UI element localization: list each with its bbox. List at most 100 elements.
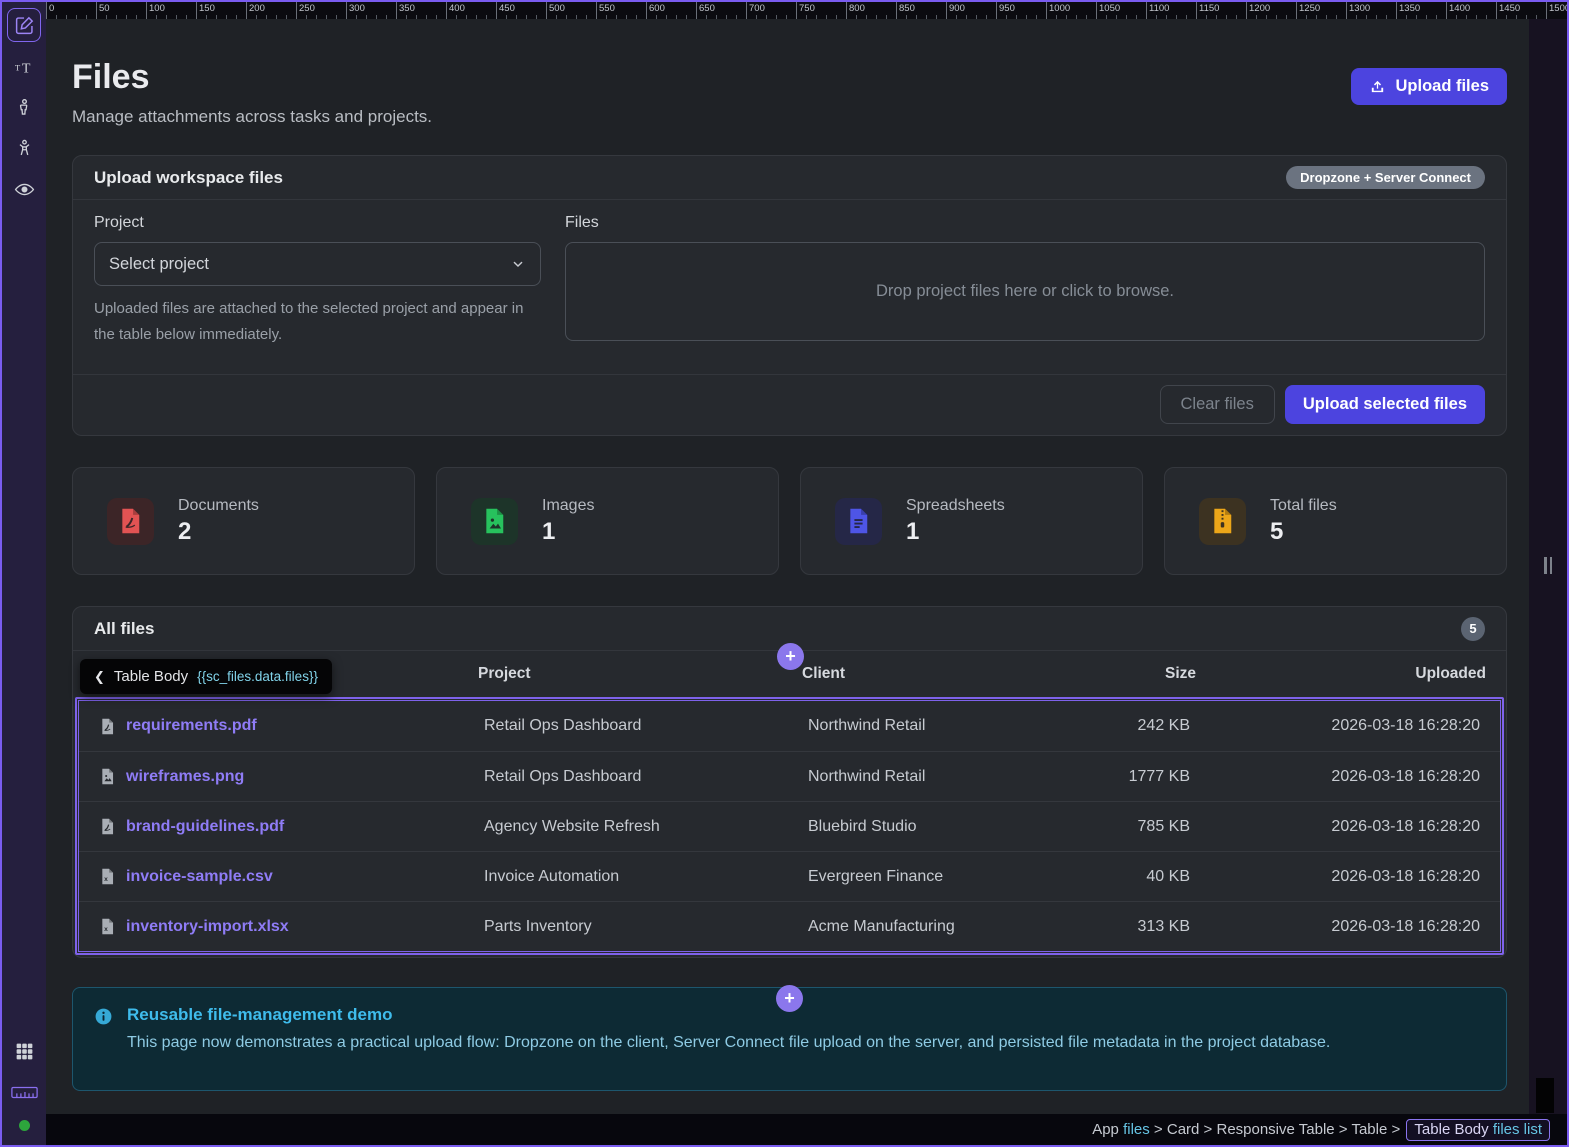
column-client: Client — [802, 665, 1056, 683]
dropzone-placeholder: Drop project files here or click to brow… — [876, 282, 1174, 301]
cell-size: 242 KB — [1050, 717, 1190, 735]
breadcrumb-item[interactable]: App files — [1092, 1121, 1150, 1138]
breadcrumb-item[interactable]: Table Body files list — [1406, 1119, 1550, 1141]
stat-value: 2 — [178, 518, 259, 546]
accessibility-icon — [14, 138, 35, 159]
cell-uploaded: 2026-03-18 16:28:20 — [1190, 868, 1480, 886]
upload-selected-files-button[interactable]: Upload selected files — [1285, 385, 1485, 424]
files-label: Files — [565, 214, 1485, 232]
status-bar: App files > Card > Responsive Table > Ta… — [46, 1114, 1567, 1145]
cell-client: Bluebird Studio — [808, 818, 1050, 836]
breadcrumb-item[interactable]: Card — [1167, 1121, 1200, 1138]
alert-body: This page now demonstrates a practical u… — [127, 1034, 1330, 1052]
upload-workspace-card: Upload workspace files Dropzone + Server… — [72, 155, 1507, 436]
upload-card-title: Upload workspace files — [94, 168, 283, 188]
selection-tooltip-expression: {{sc_files.data.files}} — [197, 669, 318, 684]
stat-label: Total files — [1270, 497, 1337, 515]
file-link[interactable]: requirements.pdf — [126, 717, 257, 735]
canvas: Files Manage attachments across tasks an… — [46, 19, 1529, 1114]
cell-project: Parts Inventory — [484, 918, 808, 936]
page-subtitle: Manage attachments across tasks and proj… — [72, 105, 432, 129]
cell-project: Retail Ops Dashboard — [484, 717, 808, 735]
stat-label: Images — [542, 497, 594, 515]
sidebar-tool-typography[interactable]: TT — [7, 49, 41, 83]
file-dropzone[interactable]: Drop project files here or click to brow… — [565, 242, 1485, 341]
table-row[interactable]: wireframes.pngRetail Ops DashboardNorthw… — [79, 751, 1500, 801]
scrollbar-thumb[interactable] — [1536, 1078, 1554, 1113]
files-table-body: requirements.pdfRetail Ops DashboardNort… — [78, 700, 1501, 952]
breadcrumb-separator: > — [1150, 1121, 1167, 1138]
breadcrumb-item[interactable]: Responsive Table — [1216, 1121, 1334, 1138]
project-label: Project — [94, 214, 541, 232]
column-project: Project — [478, 665, 802, 683]
stat-label: Documents — [178, 497, 259, 515]
sidebar-tool-eye[interactable] — [7, 172, 41, 206]
table-body-selection-outline: requirements.pdfRetail Ops DashboardNort… — [75, 697, 1504, 955]
all-files-title: All files — [94, 619, 154, 639]
sidebar-tool-grid[interactable] — [7, 1034, 41, 1068]
clear-files-button[interactable]: Clear files — [1160, 385, 1275, 424]
sidebar-tool-edit[interactable] — [7, 8, 41, 42]
selection-tooltip-label: Table Body — [114, 668, 188, 685]
sidebar-tool-user-info[interactable] — [7, 90, 41, 124]
cell-project: Agency Website Refresh — [484, 818, 808, 836]
table-row[interactable]: requirements.pdfRetail Ops DashboardNort… — [79, 701, 1500, 751]
table-row[interactable]: xinventory-import.xlsxParts InventoryAcm… — [79, 901, 1500, 951]
table-row[interactable]: x invoice-sample.csv Invoice AutomationEve… — [79, 851, 1500, 901]
insert-element-button[interactable]: + — [776, 985, 803, 1012]
all-files-card: All files 5 Project Client Size Uploaded… — [72, 606, 1507, 958]
file-count-badge: 5 — [1461, 617, 1485, 641]
stat-value: 5 — [1270, 518, 1337, 546]
cell-size: 785 KB — [1050, 818, 1190, 836]
grid-icon — [14, 1041, 35, 1062]
sidebar-tool-ruler-tool[interactable] — [7, 1075, 41, 1109]
pdf-file-icon — [107, 498, 154, 545]
cell-size: 40 KB — [1050, 868, 1190, 886]
stat-value: 1 — [906, 518, 1005, 546]
cell-uploaded: 2026-03-18 16:28:20 — [1190, 818, 1480, 836]
alert-title: Reusable file-management demo — [127, 1005, 1330, 1025]
panel-resize-handle-icon[interactable] — [1544, 557, 1552, 574]
file-image-icon — [99, 767, 116, 786]
selection-tooltip: ❮ Table Body {{sc_files.data.files}} — [80, 659, 332, 694]
stat-card: Total files 5 — [1164, 467, 1507, 575]
dropzone-server-connect-badge: Dropzone + Server Connect — [1286, 166, 1485, 189]
breadcrumb-separator: > — [1199, 1121, 1216, 1138]
breadcrumb-separator: > — [1335, 1121, 1352, 1138]
sidebar: TT — [2, 2, 46, 1145]
breadcrumb-item[interactable]: Table — [1351, 1121, 1387, 1138]
breadcrumb: App files > Card > Responsive Table > Ta… — [1092, 1121, 1550, 1138]
svg-text:T: T — [21, 61, 30, 76]
file-link[interactable]: brand-guidelines.pdf — [126, 818, 284, 836]
table-row[interactable]: brand-guidelines.pdf Agency Website Refre… — [79, 801, 1500, 851]
file-pdf-icon — [99, 717, 116, 736]
cell-uploaded: 2026-03-18 16:28:20 — [1190, 717, 1480, 735]
svg-text:T: T — [14, 62, 20, 72]
file-link[interactable]: inventory-import.xlsx — [126, 918, 289, 936]
info-icon — [94, 1007, 113, 1073]
status-dot-icon — [19, 1120, 30, 1131]
svg-text:x: x — [104, 876, 108, 883]
file-sheet-icon: x — [99, 917, 116, 936]
cell-project: Retail Ops Dashboard — [484, 768, 808, 786]
app-window: TT 0501001502002503003504004505005506006… — [0, 0, 1569, 1147]
cell-client: Evergreen Finance — [808, 868, 1050, 886]
column-uploaded: Uploaded — [1196, 665, 1486, 683]
ruler: 0501001502002503003504004505005506006507… — [46, 2, 1567, 19]
eye-icon — [14, 179, 35, 200]
chevron-left-icon[interactable]: ❮ — [94, 669, 105, 685]
stat-card: Images1 — [436, 467, 779, 575]
project-help-text: Uploaded files are attached to the selec… — [94, 296, 541, 348]
insert-element-button[interactable]: + — [777, 643, 804, 670]
file-sheet-icon: x — [99, 867, 116, 886]
file-link[interactable]: wireframes.png — [126, 768, 244, 786]
project-select[interactable]: Select project — [94, 242, 541, 286]
typography-icon: TT — [14, 56, 35, 77]
sidebar-tool-accessibility[interactable] — [7, 131, 41, 165]
upload-icon — [1369, 78, 1386, 95]
cell-project: Invoice Automation — [484, 868, 808, 886]
file-link[interactable]: invoice-sample.csv — [126, 868, 273, 886]
right-panel-strip — [1529, 19, 1567, 1114]
stats-row: Documents2Images1Spreadsheets1Total file… — [72, 467, 1507, 575]
upload-files-button[interactable]: Upload files — [1351, 68, 1507, 105]
